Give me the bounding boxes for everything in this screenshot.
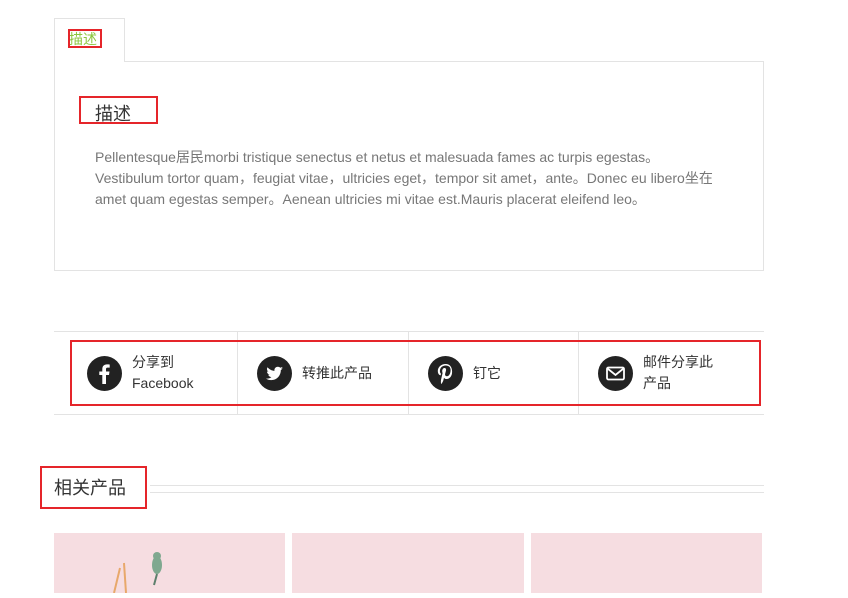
related-product-card[interactable] (54, 533, 285, 594)
title-highlight-box (79, 96, 158, 124)
description-line: Vestibulum tortor quam，feugiat vitae，ult… (95, 170, 713, 186)
related-highlight-box (40, 466, 147, 509)
product-image (113, 552, 162, 594)
related-product-card[interactable] (531, 533, 762, 593)
description-text: Pellentesque居民morbi tristique senectus e… (95, 147, 735, 210)
tab-highlight-box (68, 29, 102, 48)
related-product-card[interactable] (292, 533, 524, 593)
title-divider (150, 485, 764, 486)
share-highlight-box (70, 340, 761, 406)
description-panel: 描述 Pellentesque居民morbi tristique senectu… (54, 61, 764, 271)
description-line: amet quam egestas semper。Aenean ultricie… (95, 191, 646, 207)
description-line: Pellentesque居民morbi tristique senectus e… (95, 149, 660, 165)
title-divider (150, 492, 764, 493)
